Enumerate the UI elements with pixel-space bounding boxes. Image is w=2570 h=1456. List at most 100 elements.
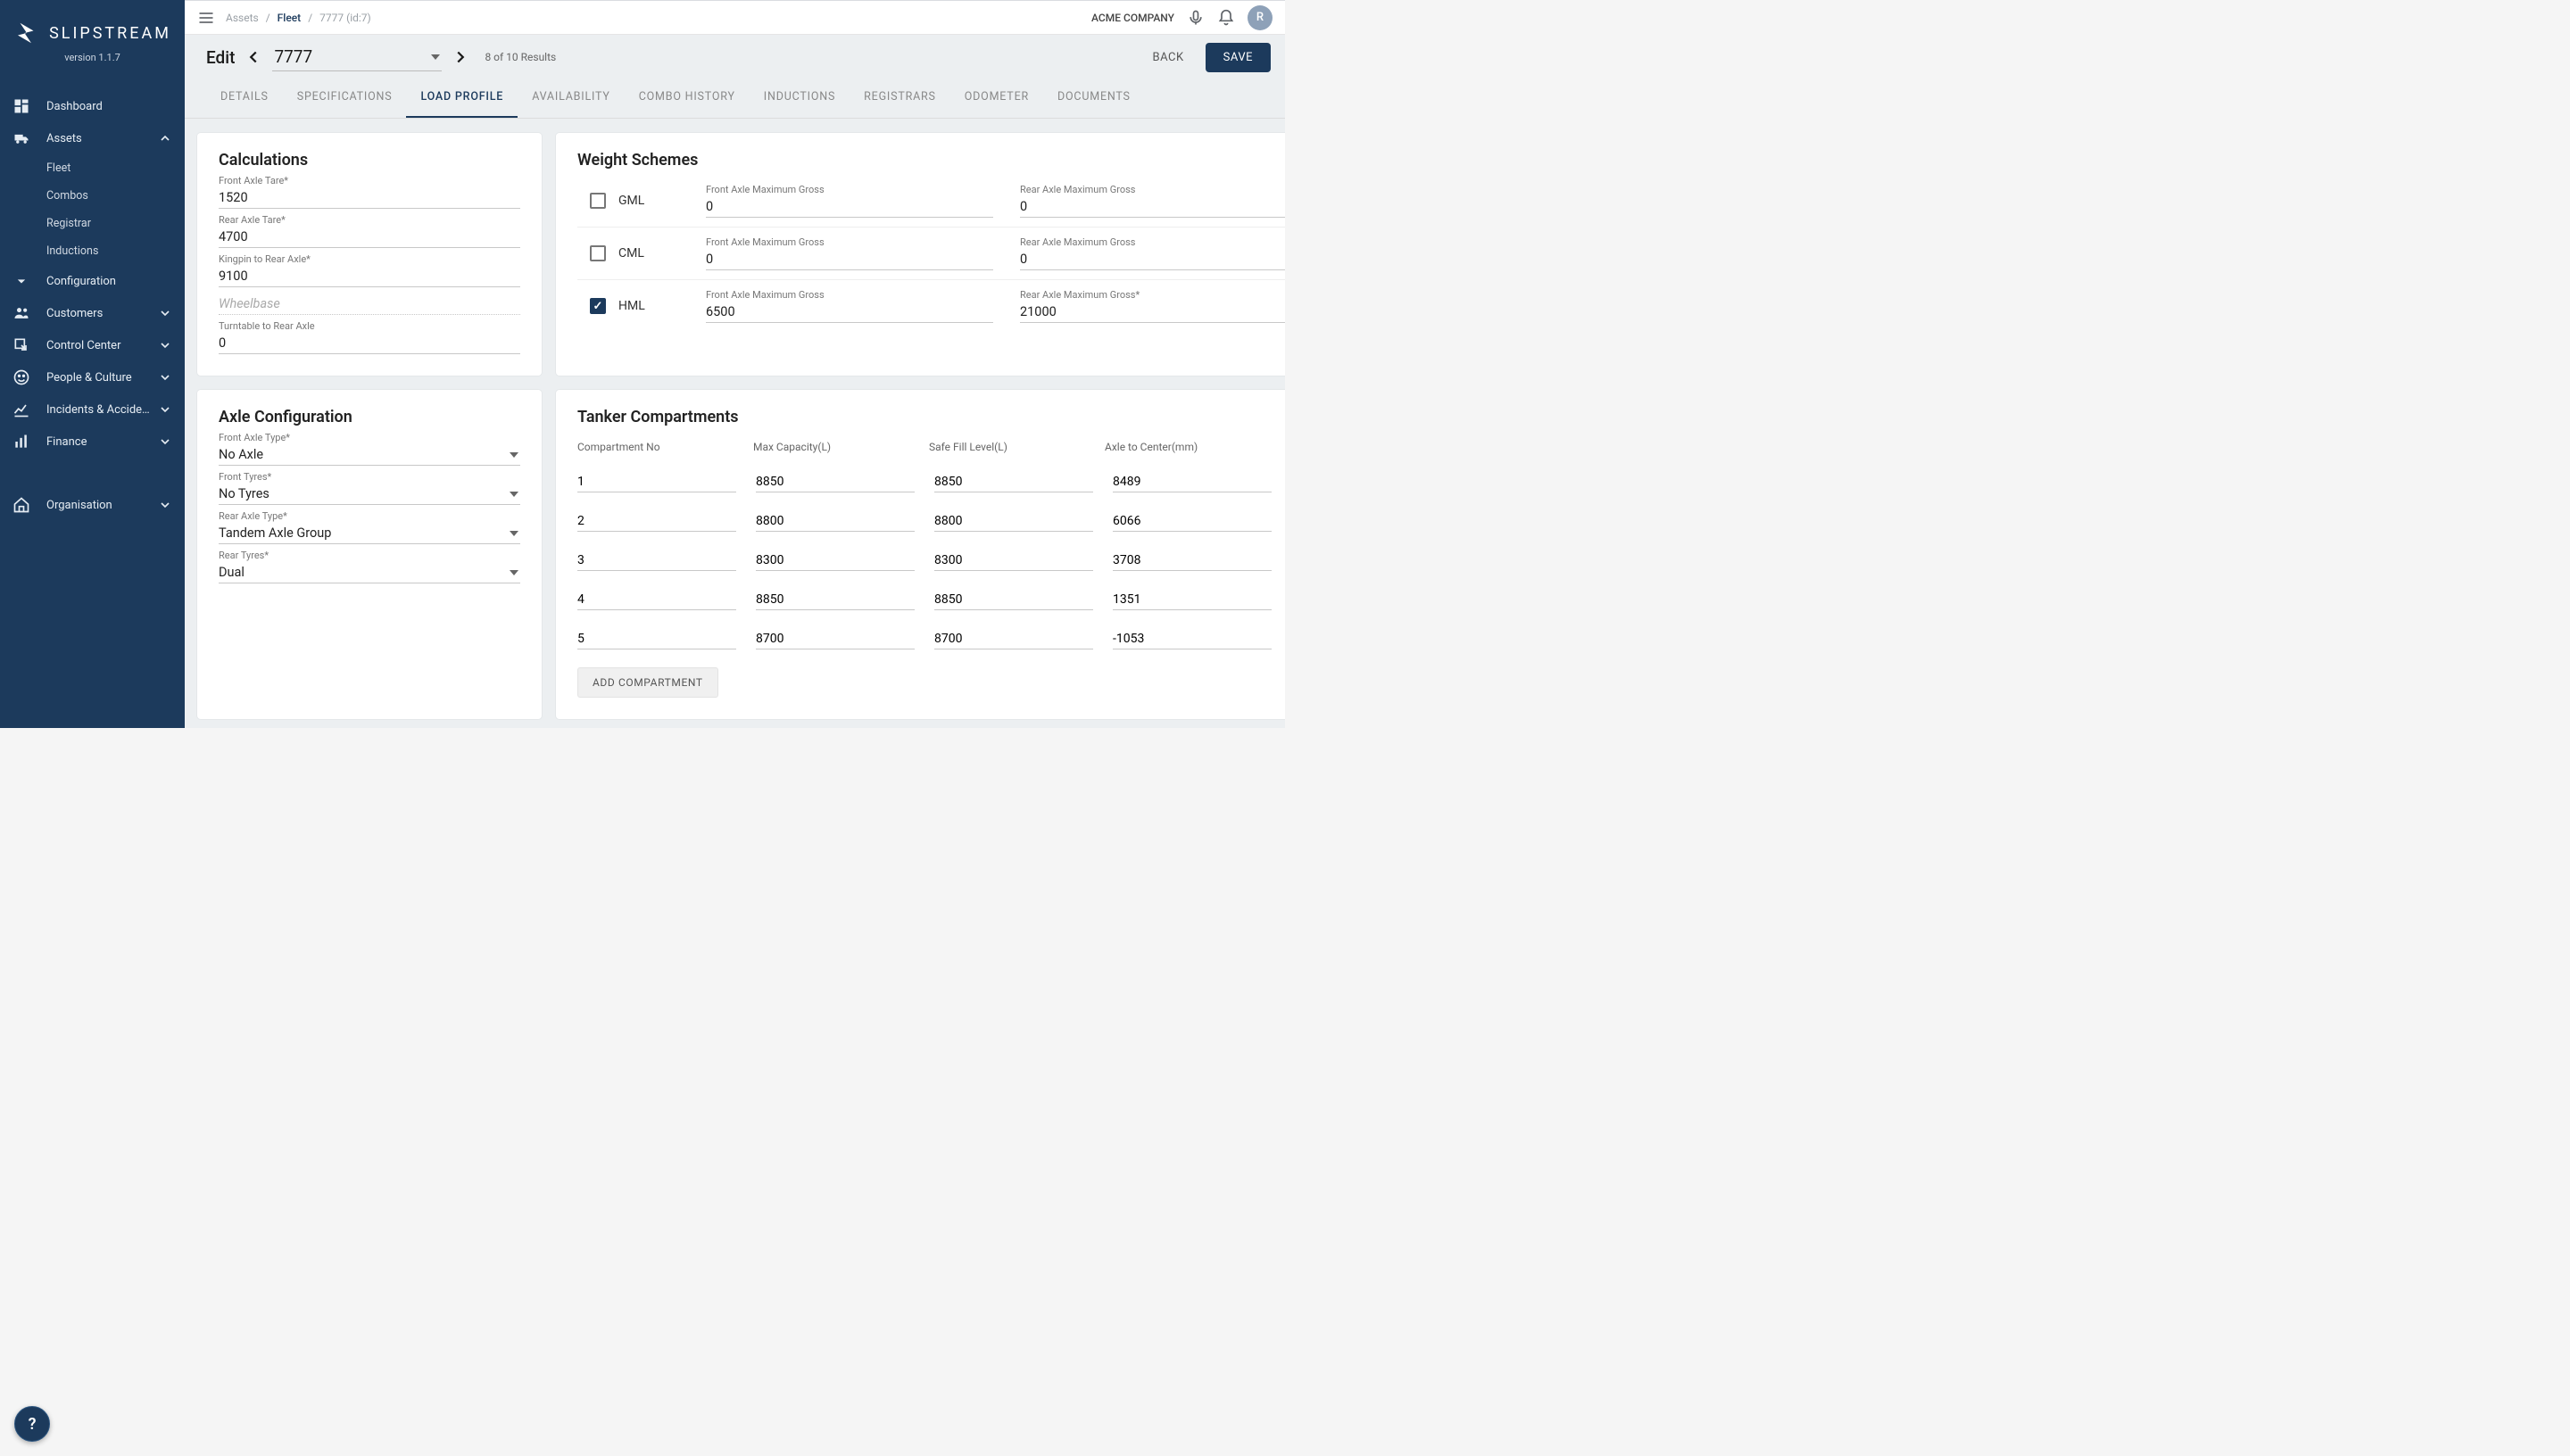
sidebar-item-configuration[interactable]: Configuration (0, 265, 185, 297)
sidebar-item-assets[interactable]: Assets (0, 122, 185, 154)
tab-details[interactable]: DETAILS (206, 79, 283, 118)
scheme-checkbox[interactable] (590, 298, 606, 314)
comp-no-input[interactable] (577, 589, 736, 610)
comp-safe-input[interactable] (934, 589, 1093, 610)
tabs: DETAILSSPECIFICATIONSLOAD PROFILEAVAILAB… (185, 79, 1285, 119)
tab-inductions[interactable]: INDUCTIONS (750, 79, 850, 118)
chevron-down-icon (158, 370, 172, 385)
bell-icon[interactable] (1217, 9, 1235, 27)
wheelbase-input[interactable] (219, 293, 520, 315)
comp-no-input[interactable] (577, 510, 736, 532)
company-name: ACME COMPANY (1091, 12, 1174, 24)
tab-odometer[interactable]: ODOMETER (950, 79, 1043, 118)
next-arrow-icon[interactable] (451, 47, 470, 67)
comp-no-input[interactable] (577, 471, 736, 492)
axle-select[interactable]: Dual (219, 561, 520, 583)
caret-icon (12, 272, 30, 290)
people-icon (12, 304, 30, 322)
avatar[interactable]: R (1248, 5, 1273, 30)
brand-name: SLIPSTREAM (49, 24, 171, 43)
sidebar-subitem-combos[interactable]: Combos (0, 182, 185, 210)
dashboard-icon (12, 97, 30, 115)
calc-input[interactable] (219, 226, 520, 248)
rear-gross-input[interactable] (1020, 248, 1285, 270)
scheme-row-hml: HMLFront Axle Maximum GrossRear Axle Max… (577, 279, 1285, 332)
comp-max-input[interactable] (756, 471, 915, 492)
sidebar-subitem-registrar[interactable]: Registrar (0, 210, 185, 237)
calc-input[interactable] (219, 186, 520, 209)
axle-select[interactable]: No Tyres (219, 483, 520, 505)
back-button[interactable]: BACK (1140, 44, 1197, 71)
tab-documents[interactable]: DOCUMENTS (1043, 79, 1145, 118)
rear-gross-input[interactable] (1020, 195, 1285, 218)
comp-no-input[interactable] (577, 550, 736, 571)
tab-availability[interactable]: AVAILABILITY (518, 79, 625, 118)
turntable-input[interactable] (219, 332, 520, 354)
tab-combo-history[interactable]: COMBO HISTORY (625, 79, 750, 118)
axle-select[interactable]: No Axle (219, 443, 520, 466)
tab-registrars[interactable]: REGISTRARS (850, 79, 950, 118)
truck-icon (12, 129, 30, 147)
axle-config-card: Axle Configuration Front Axle Type*No Ax… (197, 390, 542, 719)
breadcrumb: Assets / Fleet / 7777 (id:7) (226, 12, 371, 24)
sidebar-item-dashboard[interactable]: Dashboard (0, 90, 185, 122)
calc-input[interactable] (219, 265, 520, 287)
comp-no-input[interactable] (577, 628, 736, 649)
compartments-header: Compartment No Max Capacity(L) Safe Fill… (577, 432, 1285, 459)
topbar: Assets / Fleet / 7777 (id:7) ACME COMPAN… (185, 1, 1285, 35)
comp-axle-input[interactable] (1113, 471, 1272, 492)
version-text: version 1.1.7 (0, 52, 185, 63)
tab-specifications[interactable]: SPECIFICATIONS (283, 79, 407, 118)
sidebar-subitem-inductions[interactable]: Inductions (0, 237, 185, 265)
sidebar-item-incidents-accide-[interactable]: Incidents & Accide… (0, 393, 185, 426)
comp-safe-input[interactable] (934, 628, 1093, 649)
sidebar-item-organisation[interactable]: Organisation (0, 489, 185, 521)
sidebar-subitem-fleet[interactable]: Fleet (0, 154, 185, 182)
scheme-row-cml: CMLFront Axle Maximum GrossRear Axle Max… (577, 227, 1285, 279)
comp-safe-input[interactable] (934, 510, 1093, 532)
menu-icon[interactable] (197, 9, 215, 27)
asset-select[interactable] (272, 43, 442, 71)
add-compartment-button[interactable]: ADD COMPARTMENT (577, 667, 718, 698)
edit-label: Edit (206, 47, 235, 68)
front-gross-input[interactable] (706, 248, 993, 270)
results-count: 8 of 10 Results (485, 51, 556, 63)
sidebar-item-control-center[interactable]: Control Center (0, 329, 185, 361)
axle-select[interactable]: Tandem Axle Group (219, 522, 520, 544)
front-gross-input[interactable] (706, 301, 993, 323)
comp-axle-input[interactable] (1113, 510, 1272, 532)
breadcrumb-root[interactable]: Assets (226, 12, 259, 24)
comp-axle-input[interactable] (1113, 628, 1272, 649)
main: Assets / Fleet / 7777 (id:7) ACME COMPAN… (185, 0, 1285, 728)
save-button[interactable]: SAVE (1206, 43, 1271, 72)
help-button[interactable]: ? (14, 1406, 50, 1442)
comp-max-input[interactable] (756, 628, 915, 649)
front-gross-input[interactable] (706, 195, 993, 218)
chevron-up-icon (158, 131, 172, 145)
comp-max-input[interactable] (756, 510, 915, 532)
sidebar-item-customers[interactable]: Customers (0, 297, 185, 329)
scheme-checkbox[interactable] (590, 193, 606, 209)
breadcrumb-item: 7777 (id:7) (319, 12, 371, 24)
compartment-row (577, 619, 1285, 658)
comp-max-input[interactable] (756, 589, 915, 610)
prev-arrow-icon[interactable] (244, 47, 263, 67)
export-icon (12, 336, 30, 354)
calculations-title: Calculations (219, 151, 520, 170)
home-icon (12, 496, 30, 514)
comp-axle-input[interactable] (1113, 589, 1272, 610)
sidebar-item-finance[interactable]: Finance (0, 426, 185, 458)
breadcrumb-section[interactable]: Fleet (278, 12, 302, 24)
scheme-checkbox[interactable] (590, 245, 606, 261)
comp-safe-input[interactable] (934, 471, 1093, 492)
mic-icon[interactable] (1187, 9, 1205, 27)
sidebar-item-people-culture[interactable]: People & Culture (0, 361, 185, 393)
logo-icon (13, 20, 40, 46)
comp-safe-input[interactable] (934, 550, 1093, 571)
question-icon: ? (29, 1415, 37, 1434)
tab-load-profile[interactable]: LOAD PROFILE (406, 79, 518, 118)
weight-schemes-card: Weight Schemes GMLFront Axle Maximum Gro… (556, 133, 1285, 376)
comp-axle-input[interactable] (1113, 550, 1272, 571)
comp-max-input[interactable] (756, 550, 915, 571)
rear-gross-input[interactable] (1020, 301, 1285, 323)
